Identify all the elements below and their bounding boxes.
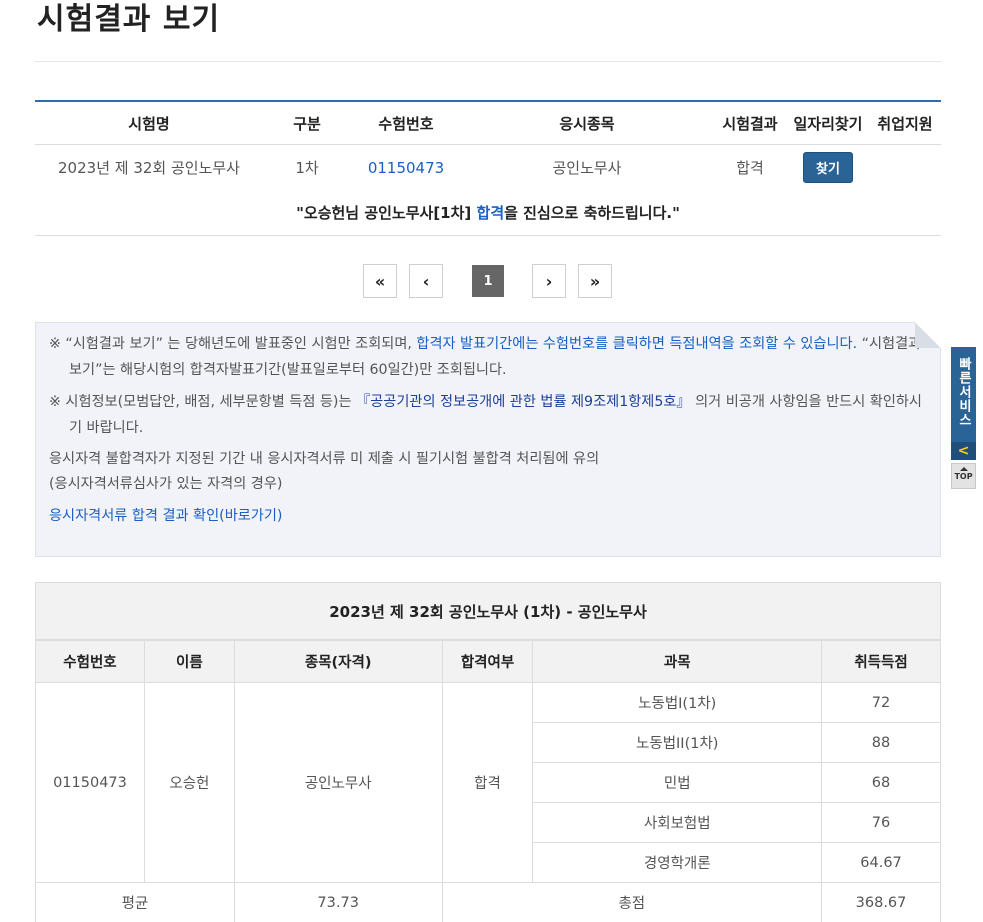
prev-page-button[interactable]: ‹ [409, 264, 443, 298]
summary-row: 평균 73.73 총점 368.67 [35, 882, 941, 922]
exam-category: 1차 [295, 159, 319, 177]
notice-item-4: 응시자격서류 합격 결과 확인(바로가기) [49, 503, 926, 529]
score-table: 수험번호 이름 종목(자격) 합격여부 과목 취득득점 01150473 오승헌… [35, 640, 941, 922]
score-header-exam-number: 수험번호 [35, 640, 145, 683]
quick-service-tab[interactable]: 빠른서비스 [951, 347, 976, 442]
subject-name: 경영학개론 [532, 842, 823, 883]
title-divider [35, 61, 941, 62]
subject-name: 노동법I(1차) [532, 682, 823, 723]
chevron-left-icon[interactable]: < [951, 442, 976, 460]
notice-item-2: ※ 시험정보(모범답안, 배점, 세부문항별 득점 등)는 『공공기관의 정보공… [49, 389, 926, 441]
exam-number-link[interactable]: 01150473 [351, 159, 461, 177]
subject-name: 사회보험법 [532, 802, 823, 843]
score-header-subject: 과목 [532, 640, 823, 683]
score-header-qualification: 종목(자격) [233, 640, 443, 683]
header-exam-name: 시험명 [128, 114, 170, 133]
average-label: 평균 [35, 882, 235, 922]
subject-name: 민법 [532, 762, 823, 803]
current-page[interactable]: 1 [472, 265, 504, 297]
score-detail: 2023년 제 32회 공인노무사 (1차) - 공인노무사 수험번호 이름 종… [35, 582, 941, 922]
notice-3-line-1: 응시자격 불합격자가 지정된 기간 내 응시자격서류 미 제출 시 필기시험 불… [49, 451, 600, 467]
subject-score: 72 [821, 682, 941, 723]
scroll-top-label: TOP [954, 472, 973, 481]
page-fold-decoration [915, 322, 941, 348]
qualification-docs-link[interactable]: 응시자격서류 합격 결과 확인(바로가기) [49, 508, 282, 524]
score-name: 오승헌 [143, 682, 235, 883]
last-page-button[interactable]: » [578, 264, 612, 298]
score-exam-number: 01150473 [35, 682, 145, 883]
score-title: 2023년 제 32회 공인노무사 (1차) - 공인노무사 [35, 582, 941, 640]
total-value: 368.67 [821, 882, 941, 922]
results-header-row: 시험명 구분 수험번호 응시종목 시험결과 일자리찾기 취업지원 [35, 102, 941, 145]
congrats-text-before: "오승헌님 공인노무사[1차] [296, 204, 477, 222]
notice-item-1: ※ “시험결과 보기” 는 당해년도에 발표중인 시험만 조회되며, 합격자 발… [49, 331, 926, 383]
notice-box: ※ “시험결과 보기” 는 당해년도에 발표중인 시험만 조회되며, 합격자 발… [35, 322, 941, 557]
subject-name: 노동법II(1차) [532, 722, 823, 763]
congrats-text-after: 을 진심으로 축하드립니다." [504, 204, 680, 222]
exam-result: 합격 [736, 159, 764, 177]
notice-2-text: ※ 시험정보(모범답안, 배점, 세부문항별 득점 등)는 [49, 394, 357, 410]
notice-1-link[interactable]: 합격자 발표기간에는 수험번호를 클릭하면 득점내역을 조회할 수 있습니다. [416, 336, 857, 352]
notice-2-law-link[interactable]: 『공공기관의 정보공개에 관한 법률 제9조제1항제5호』 [356, 394, 691, 410]
first-page-button[interactable]: « [363, 264, 397, 298]
results-row: 2023년 제 32회 공인노무사 1차 01150473 공인노무사 합격 찾… [35, 145, 941, 190]
header-result: 시험결과 [722, 114, 778, 133]
total-label: 총점 [441, 882, 823, 922]
score-pass: 합격 [441, 682, 534, 883]
header-exam-number: 수험번호 [378, 114, 434, 133]
subject-score: 88 [821, 722, 941, 763]
notice-item-3: 응시자격 불합격자가 지정된 기간 내 응시자격서류 미 제출 시 필기시험 불… [49, 447, 926, 497]
congrats-highlight: 합격 [476, 204, 505, 222]
find-job-button[interactable]: 찾기 [803, 152, 853, 183]
subject-score: 68 [821, 762, 941, 803]
notice-1-text: ※ “시험결과 보기” 는 당해년도에 발표중인 시험만 조회되며, [49, 336, 417, 352]
header-job-search: 일자리찾기 [793, 114, 863, 133]
exam-subject: 공인노무사 [552, 159, 622, 177]
average-value: 73.73 [233, 882, 443, 922]
header-employment-support: 취업지원 [877, 114, 933, 133]
page-title: 시험결과 보기 [37, 2, 221, 37]
subject-score: 64.67 [821, 842, 941, 883]
score-header-name: 이름 [143, 640, 235, 683]
score-header-row: 수험번호 이름 종목(자격) 합격여부 과목 취득득점 [35, 640, 941, 683]
next-page-button[interactable]: › [532, 264, 566, 298]
arrow-up-icon [959, 467, 968, 471]
subject-score: 76 [821, 802, 941, 843]
congrats-message: "오승헌님 공인노무사[1차] 합격을 진심으로 축하드립니다." [35, 190, 941, 236]
score-header-pass: 합격여부 [441, 640, 534, 683]
header-category: 구분 [293, 114, 321, 133]
score-qualification: 공인노무사 [233, 682, 443, 883]
notice-3-line-2: (응시자격서류심사가 있는 자격의 경우) [49, 476, 283, 492]
score-header-points: 취득득점 [821, 640, 941, 683]
results-table: 시험명 구분 수험번호 응시종목 시험결과 일자리찾기 취업지원 2023년 제… [35, 100, 941, 236]
table-row: 01150473 오승헌 공인노무사 합격 노동법I(1차) 72 [35, 682, 941, 883]
exam-name: 2023년 제 32회 공인노무사 [58, 159, 240, 177]
scroll-top-button[interactable]: TOP [951, 463, 976, 489]
header-subject: 응시종목 [559, 114, 615, 133]
